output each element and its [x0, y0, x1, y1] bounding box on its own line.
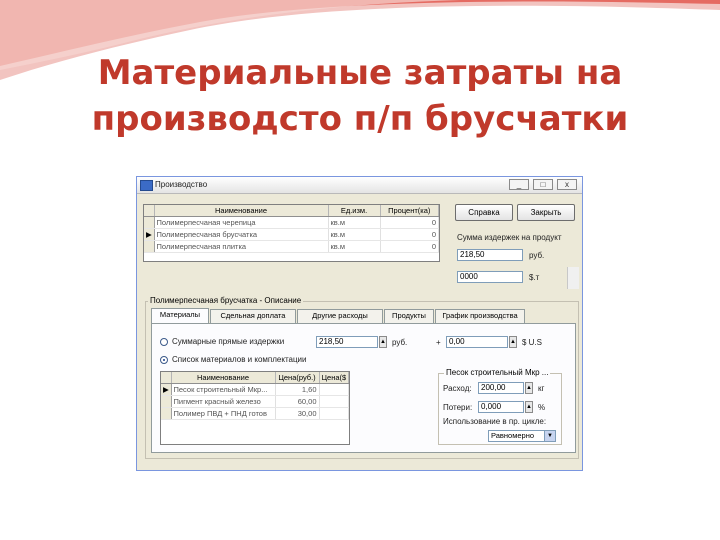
loss-label: Потери:: [443, 403, 473, 412]
cost-sum-label: Сумма издержек на продукт: [457, 233, 562, 242]
window-title: Производство: [155, 180, 208, 189]
slide-title-line1: Материальные затраты на: [97, 53, 623, 93]
materials-grid[interactable]: Наименование Цена(руб.) Цена($ U.S) ▶ Пе…: [160, 371, 350, 445]
consumption-field[interactable]: 200,00: [478, 382, 524, 394]
cell-value[interactable]: 0: [380, 228, 439, 241]
cost-usd-field[interactable]: 0000: [457, 271, 523, 283]
cell-material-name[interactable]: Полимер ПВД + ПНД готов: [171, 407, 276, 420]
loss-unit: %: [538, 403, 546, 412]
usd-cost-spin[interactable]: ▲: [509, 336, 517, 348]
cost-rub-field[interactable]: 218,50: [457, 249, 523, 261]
sand-group-title: Песок строительный Мкр ...: [444, 368, 551, 377]
plus-sign: +: [436, 338, 441, 347]
consumption-spin[interactable]: ▲: [525, 382, 533, 394]
help-button[interactable]: Справка: [455, 204, 513, 221]
cost-rub-unit: руб.: [529, 251, 545, 260]
tab-other-expenses[interactable]: Другие расходы: [297, 309, 383, 323]
col-name-header[interactable]: Наименование: [154, 205, 329, 217]
consumption-unit: кг: [538, 384, 545, 393]
close-window-button[interactable]: x: [557, 179, 577, 190]
cell-unit[interactable]: кв.м: [328, 216, 381, 229]
usd-cost-field[interactable]: 0,00: [446, 336, 508, 348]
minimize-button[interactable]: _: [509, 179, 529, 190]
row-indicator: [144, 240, 155, 253]
direct-cost-field[interactable]: 218,50: [316, 336, 378, 348]
use-in-cycle-value: Равномерно: [491, 431, 535, 440]
table-row[interactable]: Полимерпесчаная черепица кв.м 0: [144, 216, 439, 229]
cell-unit[interactable]: кв.м: [328, 240, 381, 253]
loss-field[interactable]: 0,000: [478, 401, 524, 413]
cell-price-rub[interactable]: 1,60: [275, 383, 320, 396]
cell-material-name[interactable]: Песок строительный Мкр...: [171, 383, 276, 396]
row-indicator: [144, 216, 155, 229]
cell-price-rub[interactable]: 30,00: [275, 407, 320, 420]
usd-cost-unit: $ U.S: [522, 338, 543, 347]
direct-cost-spin[interactable]: ▲: [379, 336, 387, 348]
products-grid-header: Наименование Ед.изм. Процент(ка): [144, 205, 439, 217]
row-indicator-header: [144, 205, 155, 217]
col-price-usd-header[interactable]: Цена($ U.S): [319, 372, 349, 384]
cell-price-usd[interactable]: [319, 395, 349, 408]
row-indicator: [161, 407, 172, 420]
tab-products[interactable]: Продукты: [384, 309, 434, 323]
cell-name[interactable]: Полимерпесчаная черепица: [154, 216, 329, 229]
cell-value[interactable]: 0: [380, 216, 439, 229]
table-row[interactable]: Полимерпесчаная плитка кв.м 0: [144, 240, 439, 253]
maximize-button[interactable]: □: [533, 179, 553, 190]
summary-scrollbar[interactable]: [567, 267, 579, 289]
table-row[interactable]: Полимер ПВД + ПНД готов 30,00: [161, 407, 349, 420]
row-indicator: ▶: [161, 383, 172, 396]
tab-production-schedule[interactable]: График производства: [435, 309, 525, 323]
row-indicator: ▶: [144, 228, 155, 241]
cell-value[interactable]: 0: [380, 240, 439, 253]
row-indicator-header: [161, 372, 172, 384]
window-titlebar[interactable]: Производство _ □ x: [137, 177, 582, 194]
app-icon: [140, 180, 153, 191]
radio-direct-costs[interactable]: [160, 338, 168, 346]
loss-spin[interactable]: ▲: [525, 401, 533, 413]
col-material-name-header[interactable]: Наименование: [171, 372, 276, 384]
materials-grid-header: Наименование Цена(руб.) Цена($ U.S): [161, 372, 349, 384]
radio-direct-label: Суммарные прямые издержки: [172, 337, 285, 346]
use-in-cycle-select[interactable]: Равномерно ▼: [488, 430, 556, 442]
description-group-title: Полимерпесчаная брусчатка - Описание: [148, 296, 304, 305]
chevron-down-icon: ▼: [544, 431, 555, 441]
close-button[interactable]: Закрыть: [517, 204, 575, 221]
table-row[interactable]: Пигмент красный железо 60,00: [161, 395, 349, 408]
cost-usd-unit: $.т: [529, 273, 540, 282]
tab-materials[interactable]: Материалы: [151, 308, 209, 324]
materials-panel: Суммарные прямые издержки 218,50 ▲ руб. …: [151, 323, 576, 453]
production-window: Производство _ □ x Наименование Ед.изм. …: [136, 176, 583, 471]
col-unit-header[interactable]: Ед.изм.: [328, 205, 381, 217]
use-in-cycle-label: Использование в пр. цикле:: [443, 417, 547, 426]
table-row[interactable]: ▶ Полимерпесчаная брусчатка кв.м 0: [144, 228, 439, 241]
row-indicator: [161, 395, 172, 408]
radio-list-label: Список материалов и комплектации: [172, 355, 307, 364]
cell-name[interactable]: Полимерпесчаная брусчатка: [154, 228, 329, 241]
cell-price-rub[interactable]: 60,00: [275, 395, 320, 408]
consumption-label: Расход:: [443, 384, 472, 393]
products-grid[interactable]: Наименование Ед.изм. Процент(ка) Полимер…: [143, 204, 440, 262]
cell-name[interactable]: Полимерпесчаная плитка: [154, 240, 329, 253]
slide-title-line2: производсто п/п брусчатки: [91, 99, 629, 139]
table-row[interactable]: ▶ Песок строительный Мкр... 1,60: [161, 383, 349, 396]
cell-material-name[interactable]: Пигмент красный железо: [171, 395, 276, 408]
col-percent-header[interactable]: Процент(ка): [380, 205, 439, 217]
cell-price-usd[interactable]: [319, 383, 349, 396]
cell-price-usd[interactable]: [319, 407, 349, 420]
col-price-rub-header[interactable]: Цена(руб.): [275, 372, 320, 384]
slide-title: Материальные затраты на производсто п/п …: [0, 50, 720, 142]
cell-unit[interactable]: кв.м: [328, 228, 381, 241]
direct-cost-unit: руб.: [392, 338, 408, 347]
radio-materials-list[interactable]: [160, 356, 168, 364]
tab-piecework[interactable]: Сдельная доплата: [210, 309, 296, 323]
